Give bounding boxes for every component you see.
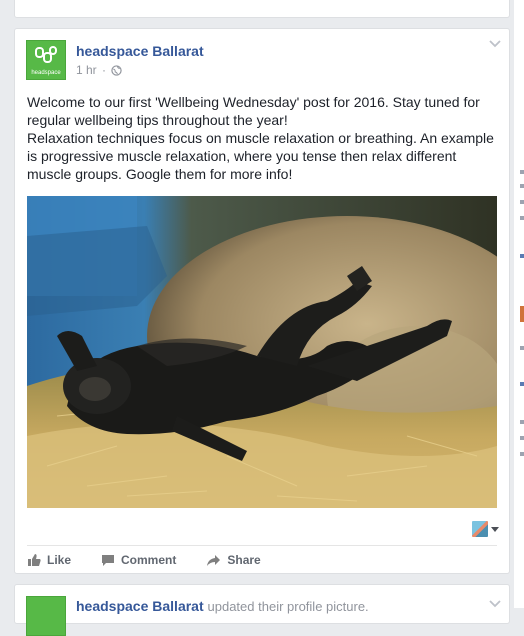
right-sidebar-edge — [514, 0, 524, 608]
meta-separator: · — [102, 63, 107, 77]
next-post-header: headspace Ballarat updated their profile… — [76, 598, 369, 614]
post-text: Welcome to our first 'Wellbeing Wednesda… — [27, 93, 497, 183]
reaction-picker[interactable] — [472, 521, 499, 537]
profile-avatar-mini — [472, 521, 488, 537]
sidebar-fragment — [520, 436, 524, 440]
headspace-logo-icon — [35, 46, 57, 63]
sidebar-fragment — [520, 306, 524, 322]
like-button[interactable]: Like — [27, 553, 71, 567]
post-timestamp[interactable]: 1 hr — [76, 63, 97, 77]
post-text-line: Welcome to our first 'Wellbeing Wednesda… — [27, 94, 480, 128]
chevron-down-icon[interactable] — [489, 40, 501, 48]
next-post-suffix: updated their profile picture. — [207, 599, 369, 614]
page-avatar[interactable]: headspace — [26, 40, 66, 80]
share-label: Share — [227, 553, 261, 567]
next-post-card: headspace Ballarat updated their profile… — [14, 584, 510, 636]
post-actions: Like Comment Share — [27, 549, 291, 571]
post-meta: 1 hr · — [76, 63, 123, 77]
share-icon — [207, 554, 221, 566]
post-text-line: Relaxation techniques focus on muscle re… — [27, 130, 494, 182]
post-photo[interactable] — [27, 196, 497, 508]
previous-post-card — [14, 0, 510, 18]
post-card: headspace headspace Ballarat 1 hr · Welc… — [14, 28, 510, 574]
sidebar-fragment — [520, 452, 524, 456]
chevron-down-icon[interactable] — [489, 600, 501, 608]
logo-text: headspace — [31, 70, 61, 76]
sidebar-fragment — [520, 200, 524, 204]
divider — [27, 545, 497, 546]
sidebar-fragment — [520, 382, 524, 386]
sidebar-fragment — [520, 184, 524, 188]
sidebar-fragment — [520, 170, 524, 174]
globe-icon[interactable] — [111, 65, 123, 76]
sidebar-fragment — [520, 254, 524, 258]
sidebar-fragment — [520, 216, 524, 220]
next-post-author-link[interactable]: headspace Ballarat — [76, 598, 204, 614]
comment-icon — [102, 554, 115, 566]
sidebar-fragment — [520, 346, 524, 350]
sidebar-fragment — [520, 420, 524, 424]
caret-down-icon — [491, 526, 499, 532]
gorilla-photo-icon — [27, 196, 497, 508]
like-label: Like — [47, 553, 72, 567]
thumbs-up-icon — [28, 554, 41, 566]
comment-label: Comment — [121, 553, 177, 567]
page-avatar[interactable] — [26, 596, 66, 636]
share-button[interactable]: Share — [206, 553, 261, 567]
post-author-link[interactable]: headspace Ballarat — [76, 43, 204, 59]
comment-button[interactable]: Comment — [101, 553, 176, 567]
